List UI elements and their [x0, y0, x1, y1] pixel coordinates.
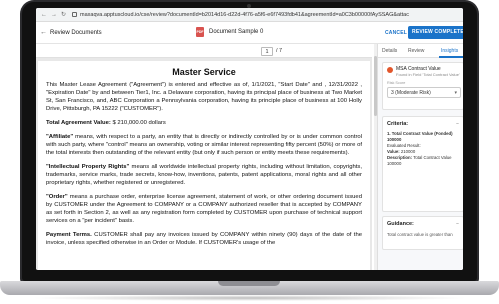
- collapse-icon[interactable]: −: [456, 121, 459, 127]
- insight-card[interactable]: MSA Contract Value Found in Field 'Total…: [382, 62, 463, 110]
- tab-insights[interactable]: Insights: [441, 48, 458, 54]
- alert-icon: [387, 67, 393, 73]
- payment-paragraph: Payment Terms. CUSTOMER shall pay any in…: [46, 231, 362, 247]
- document-viewer: 1 / 7 Master Service This Master Lease A…: [36, 44, 372, 270]
- url-text[interactable]: maxaqva.apptuscloud.io/cse/review?docume…: [80, 12, 409, 18]
- payment-term: Payment Terms.: [46, 232, 92, 238]
- collapse-icon[interactable]: −: [456, 221, 459, 227]
- pdf-icon: PDF: [196, 27, 204, 37]
- value-text: 210000: [400, 149, 416, 154]
- chevron-down-icon: ▾: [454, 90, 457, 96]
- affiliate-text: means, with respect to a party, an entit…: [46, 134, 362, 156]
- cancel-button[interactable]: CANCEL: [385, 30, 407, 36]
- document-name: Document Sample 0: [209, 29, 264, 35]
- review-complete-button[interactable]: REVIEW COMPLETE: [408, 26, 463, 39]
- reload-icon[interactable]: ↻: [61, 11, 66, 18]
- description-label: Description:: [387, 155, 413, 160]
- criteria-body: 1. Total Contract Value (Fonded) 100000 …: [387, 131, 461, 167]
- ipr-paragraph: "Intellectual Property Rights" means all…: [46, 163, 362, 187]
- back-arrow-icon[interactable]: ←: [41, 12, 47, 18]
- panel-tabs: Details Review Insights: [378, 44, 463, 58]
- guidance-card: Guidance: − Total contract value is grea…: [382, 216, 463, 250]
- browser-url-bar[interactable]: ← → ↻ maxaqva.apptuscloud.io/cse/review?…: [36, 8, 463, 22]
- total-value-label: Total Agreement Value:: [46, 120, 111, 126]
- intro-paragraph: This Master Lease Agreement ("Agreement"…: [46, 82, 362, 112]
- active-tab-indicator: [439, 56, 463, 58]
- lock-icon: [72, 12, 78, 17]
- app-header: ← Review Documents PDF Document Sample 0…: [36, 22, 463, 44]
- page-number-input[interactable]: 1: [261, 47, 273, 56]
- tab-details[interactable]: Details: [382, 48, 397, 54]
- laptop-frame: ← → ↻ maxaqva.apptuscloud.io/cse/review?…: [0, 0, 499, 304]
- ipr-term: "Intellectual Property Rights": [46, 164, 130, 170]
- screen: ← → ↻ maxaqva.apptuscloud.io/cse/review?…: [36, 8, 463, 270]
- criteria-card: Criteria: − 1. Total Contract Value (Fon…: [382, 116, 463, 212]
- risk-score-label: Risk Score: [387, 81, 406, 85]
- back-arrow-icon[interactable]: ←: [40, 29, 47, 36]
- guidance-text: Total contract value is greater than: [387, 232, 453, 237]
- page-controls: 1 / 7: [36, 44, 372, 58]
- criteria-heading: Criteria:: [387, 121, 409, 127]
- order-term: "Order": [46, 194, 68, 200]
- laptop-notch: [218, 281, 280, 286]
- risk-score-value: 3 (Moderate Risk): [391, 90, 431, 96]
- order-text: means a purchase order, enterprise licen…: [46, 194, 362, 224]
- insights-panel: Details Review Insights MSA Contract Val…: [377, 44, 463, 270]
- payment-text: CUSTOMER shall pay any invoices issued b…: [46, 232, 362, 246]
- document-title: Master Service: [172, 67, 236, 77]
- value-label: Value:: [387, 149, 400, 154]
- guidance-heading: Guidance:: [387, 221, 414, 227]
- laptop-shadow: [30, 295, 469, 301]
- page-total: / 7: [276, 48, 283, 54]
- insight-subtitle: Found in Field 'Total Contract Value': [396, 72, 460, 77]
- affiliate-paragraph: "Affiliate" means, with respect to a par…: [46, 133, 362, 157]
- total-value-amount: $ 210,000.00 dollars: [112, 120, 166, 126]
- risk-score-select[interactable]: 3 (Moderate Risk) ▾: [387, 87, 461, 98]
- review-documents-link[interactable]: Review Documents: [50, 30, 102, 36]
- affiliate-term: "Affiliate": [46, 134, 74, 140]
- forward-arrow-icon[interactable]: →: [51, 12, 57, 18]
- total-value-paragraph: Total Agreement Value: $ 210,000.00 doll…: [46, 119, 362, 127]
- document-page: Master Service This Master Lease Agreeme…: [38, 61, 370, 270]
- tab-review[interactable]: Review: [408, 48, 424, 54]
- description-text: Total Contract Value: [413, 155, 452, 160]
- description-threshold: 100000: [387, 161, 402, 166]
- order-paragraph: "Order" means a purchase order, enterpri…: [46, 193, 362, 225]
